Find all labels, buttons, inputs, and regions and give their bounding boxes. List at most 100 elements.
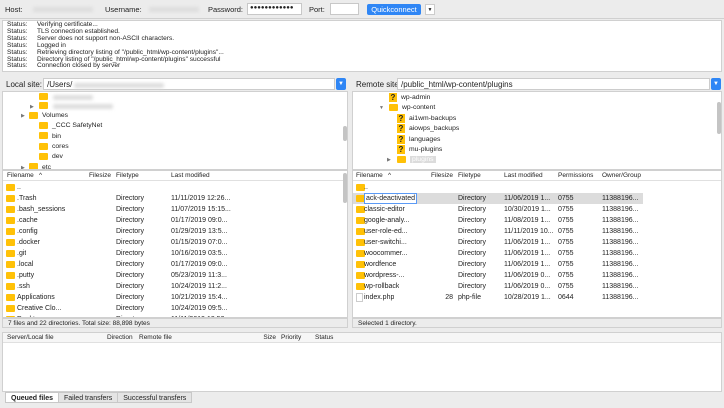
cell-modified: 10/24/2019 11:2... (171, 283, 227, 290)
cell-type: Directory (116, 239, 145, 246)
file-row[interactable]: user-switchi... Directory 11/06/2019 1... 0… (353, 237, 721, 248)
file-row[interactable]: .docker Directory 01/15/2019 07:0... (3, 237, 347, 248)
folder-icon (6, 228, 15, 235)
message-log: Status: Verifying certificate... Status: TL… (2, 20, 722, 72)
quickconnect-dropdown[interactable]: ▼ (425, 4, 435, 15)
column-header-filesize[interactable]: Filesize (89, 171, 111, 181)
tree-node[interactable]: cores (39, 142, 69, 152)
remote-site-path[interactable]: /public_html/wp-content/plugins (397, 78, 710, 90)
queue-column-size[interactable]: Size (263, 333, 276, 343)
username-input[interactable] (146, 3, 202, 15)
cell-modified: 11/06/2019 1... (504, 261, 551, 268)
password-input[interactable]: ●●●●●●●●●●●● (247, 3, 302, 15)
file-row[interactable]: Creative Clo... Directory 10/24/2019 09:5.… (3, 303, 347, 314)
expand-arrow-icon[interactable]: ▶ (387, 157, 391, 163)
column-header-owner-group[interactable]: Owner/Group (602, 171, 641, 181)
column-header-filetype[interactable]: Filetype (116, 171, 139, 181)
cell-name: Creative Clo... (17, 305, 62, 312)
tree-node[interactable]: ? aiowps_backups (397, 124, 459, 134)
column-header-filename[interactable]: Filename (7, 171, 34, 181)
file-row[interactable]: index.php 28 php-file 10/28/2019 1... 0644 11… (353, 292, 721, 303)
file-row[interactable]: wordfence Directory 11/06/2019 1... 0755 113… (353, 259, 721, 270)
tree-node[interactable]: _CCC SafetyNet (39, 121, 102, 131)
tree-node[interactable]: plugins (397, 155, 436, 165)
queue-column-priority[interactable]: Priority (281, 333, 301, 343)
file-row[interactable]: .. (3, 182, 347, 193)
file-row[interactable]: woocommer... Directory 11/06/2019 1... 0755… (353, 248, 721, 259)
host-input[interactable] (28, 3, 98, 15)
expand-arrow-icon[interactable]: ▶ (21, 113, 25, 119)
log-line: Status: Server does not support non-ASCII… (7, 35, 717, 43)
local-site-path[interactable]: /Users/ (43, 78, 335, 90)
file-row[interactable]: .git Directory 10/16/2019 03:5... (3, 248, 347, 259)
file-row[interactable]: .putty Directory 05/23/2019 11:3... (3, 270, 347, 281)
local-site-bar: Local site: /Users/ ▼ (2, 77, 348, 91)
file-row[interactable]: .. (353, 182, 721, 193)
tree-node[interactable]: etc (29, 163, 51, 169)
cell-perm: 0755 (558, 195, 574, 202)
tab-successful-transfers[interactable]: Successful transfers (117, 392, 193, 403)
file-row[interactable]: wp-rollback Directory 11/06/2019 0... 0755 1… (353, 281, 721, 292)
expand-arrow-icon[interactable]: ▶ (30, 104, 34, 110)
port-input[interactable] (330, 3, 359, 15)
file-row[interactable]: .bash_sessions Directory 11/07/2019 15:15.… (3, 204, 347, 215)
column-header-filetype[interactable]: Filetype (458, 171, 481, 181)
tree-node[interactable]: ? languages (397, 134, 440, 145)
cell-name: .putty (17, 272, 35, 279)
file-row[interactable]: .ssh Directory 10/24/2019 11:2... (3, 281, 347, 292)
remote-site-label: Remote site: (356, 80, 401, 89)
column-header-last-modified[interactable]: Last modified (504, 171, 543, 181)
cell-modified: 01/29/2019 13:5... (171, 228, 228, 235)
tab-queued-files[interactable]: Queued files (5, 392, 60, 403)
queue-column-status[interactable]: Status (315, 333, 333, 343)
local-site-label: Local site: (6, 80, 43, 89)
chevron-down-icon: ▼ (427, 7, 433, 13)
sort-ascending-icon: ^ (388, 172, 392, 179)
local-path-dropdown[interactable]: ▼ (336, 78, 346, 90)
collapse-arrow-icon[interactable]: ▼ (379, 105, 384, 111)
file-row[interactable]: classic-editor Directory 10/30/2019 1... 07… (353, 204, 721, 215)
cell-name: user-role-ed... (364, 228, 408, 235)
column-header-filesize[interactable]: Filesize (431, 171, 453, 181)
file-row[interactable]: ack-deactivated Directory 11/06/2019 1... 0… (353, 193, 643, 204)
file-row[interactable]: .local Directory 01/17/2019 09:0... (3, 259, 347, 270)
cell-name[interactable]: ack-deactivated (364, 193, 418, 204)
tree-node[interactable]: ? wp-admin (389, 93, 430, 103)
tab-failed-transfers[interactable]: Failed transfers (58, 392, 119, 403)
queue-column-direction[interactable]: Direction (107, 333, 133, 343)
folder-icon (39, 122, 48, 129)
file-row[interactable]: .cache Directory 01/17/2019 09:0... (3, 215, 347, 226)
tree-node[interactable]: Volumes (29, 111, 68, 121)
cell-modified: 11/06/2019 0... (504, 272, 551, 279)
remote-path-dropdown[interactable]: ▼ (711, 78, 721, 90)
column-header-filename[interactable]: Filename (356, 171, 383, 181)
scrollbar[interactable] (343, 126, 347, 141)
file-row[interactable]: .config Directory 01/29/2019 13:5... (3, 226, 347, 237)
cell-perm: 0755 (558, 283, 574, 290)
tree-node[interactable]: wp-content (389, 103, 435, 113)
column-header-permissions[interactable]: Permissions (558, 171, 593, 181)
cell-type: Directory (116, 294, 145, 301)
tree-node[interactable]: ? ai1wm-backups (397, 113, 456, 124)
sort-ascending-icon: ^ (39, 172, 43, 179)
tree-node[interactable]: bin (39, 132, 61, 142)
file-row[interactable]: user-role-ed... Directory 11/11/2019 10...… (353, 226, 721, 237)
tree-node[interactable]: ? mu-plugins (397, 145, 442, 155)
tree-node[interactable]: dev (39, 152, 63, 162)
column-header-last-modified[interactable]: Last modified (171, 171, 210, 181)
file-row[interactable]: wordpress-... Directory 11/06/2019 0... 075… (353, 270, 721, 281)
cell-type: Directory (458, 283, 487, 290)
cell-type: Directory (116, 261, 145, 268)
queue-column-remote-file[interactable]: Remote file (139, 333, 172, 343)
file-row[interactable]: Applications Directory 10/21/2019 15:4... (3, 292, 347, 303)
file-row[interactable]: .Trash Directory 11/11/2019 12:26... (3, 193, 347, 204)
queue-column-server-local-file[interactable]: Server/Local file (7, 333, 54, 343)
chevron-down-icon: ▼ (338, 81, 344, 87)
cell-name: .cache (17, 217, 38, 224)
quickconnect-button[interactable]: Quickconnect (367, 4, 421, 15)
file-icon (356, 293, 363, 302)
local-list-header: Filename ^ Filesize Filetype Last modified (3, 171, 347, 181)
file-row[interactable]: google-analy... Directory 11/08/2019 1... 0… (353, 215, 721, 226)
folder-icon (6, 272, 15, 279)
scrollbar[interactable] (717, 102, 721, 134)
